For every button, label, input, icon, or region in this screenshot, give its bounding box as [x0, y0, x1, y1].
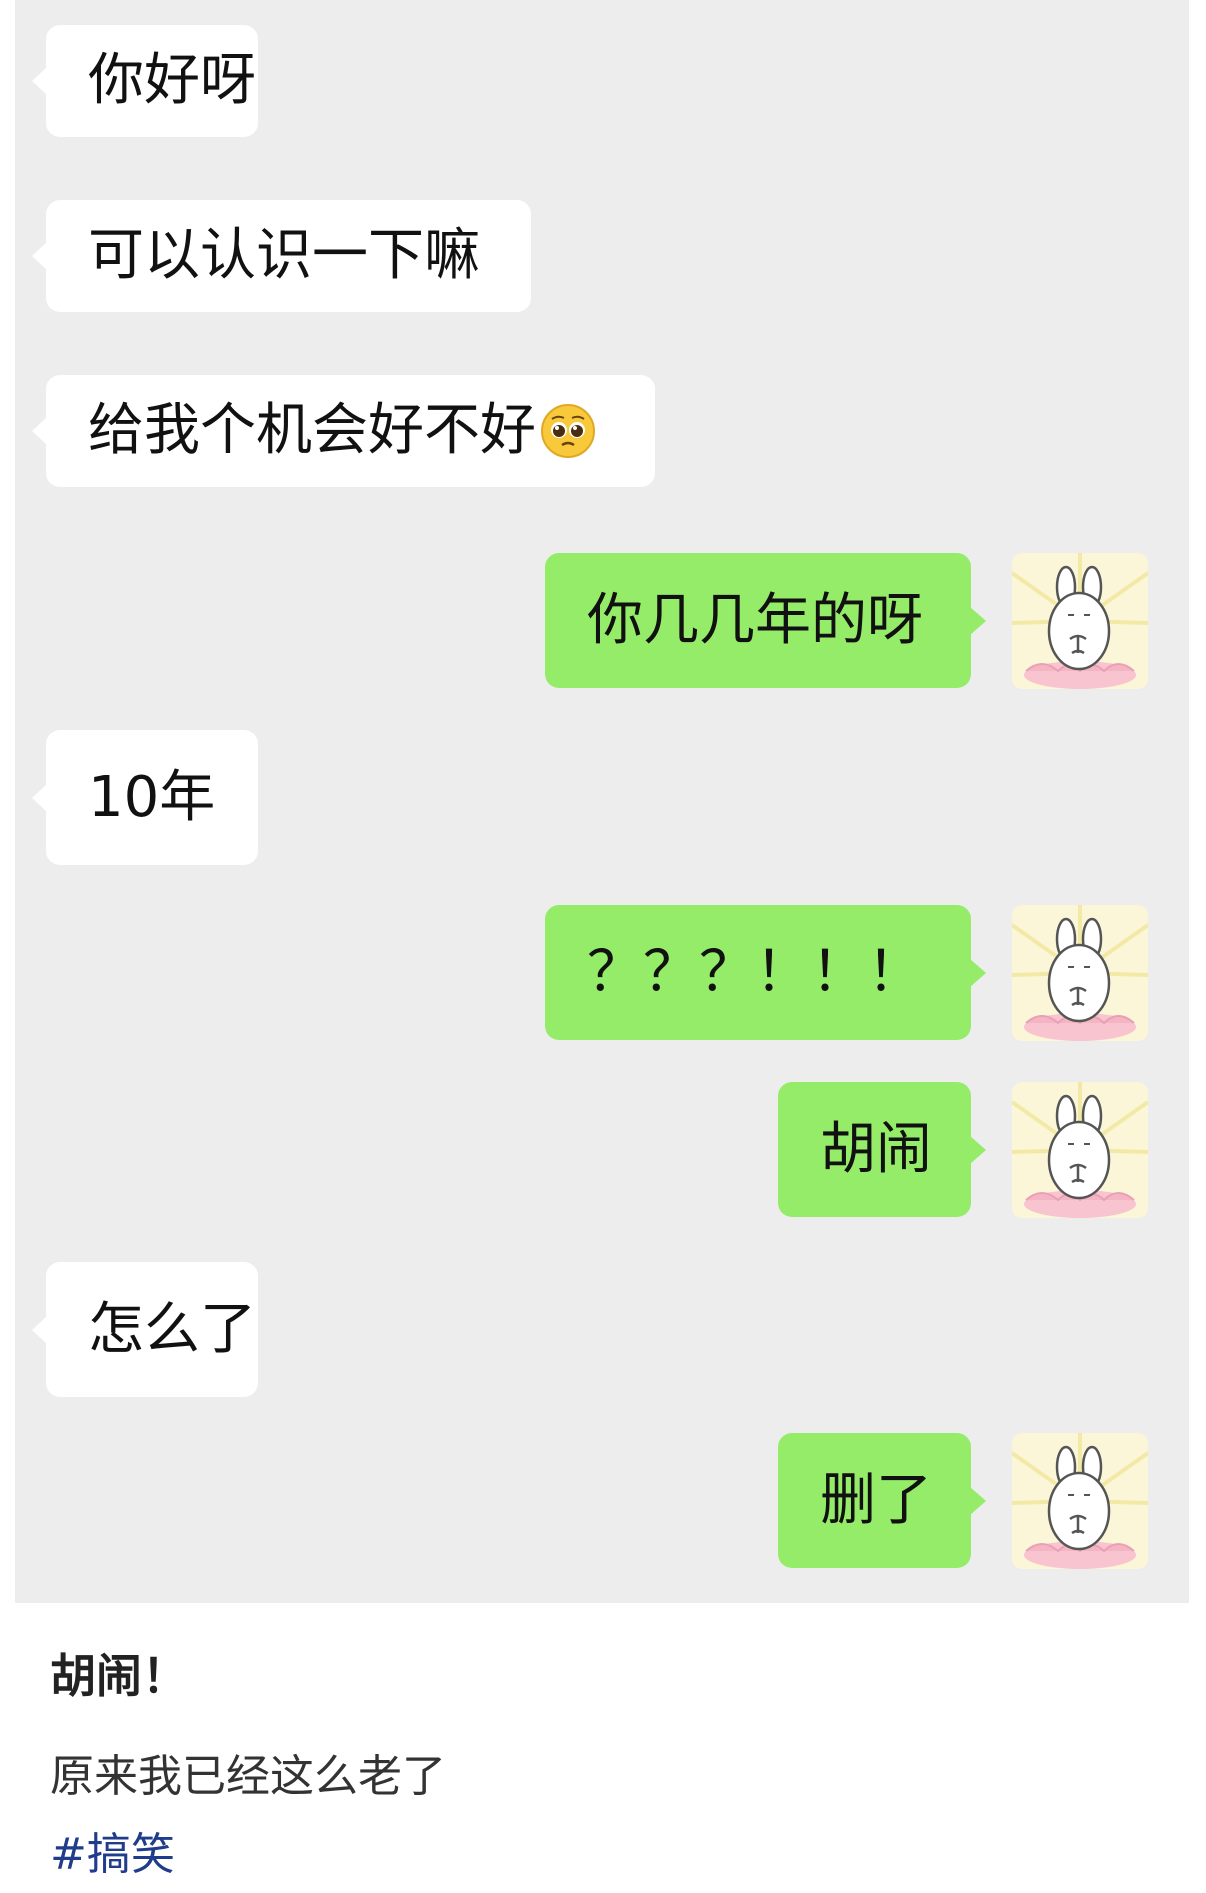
message-bubble-outgoing[interactable]: 你几几年的呀: [545, 553, 971, 688]
hashtag-link[interactable]: #搞笑: [50, 1818, 1150, 1882]
message-bubble-incoming[interactable]: 10年: [46, 730, 258, 865]
message-bubble-outgoing[interactable]: 删了: [778, 1433, 971, 1568]
message-text: 胡闹: [820, 1116, 932, 1182]
chat-screenshot: 你好呀 可以认识一下嘛 给我个机会好不好 你几几年的呀 10年 ？？？！！！ 胡…: [15, 0, 1189, 1603]
bunny-avatar[interactable]: [1012, 1433, 1148, 1569]
message-text: 怎么了: [88, 1296, 256, 1362]
bunny-avatar[interactable]: [1012, 1082, 1148, 1218]
message-bubble-incoming[interactable]: 你好呀: [46, 25, 258, 137]
message-bubble-incoming[interactable]: 可以认识一下嘛: [46, 200, 531, 312]
message-bubble-incoming[interactable]: 怎么了: [46, 1262, 258, 1397]
message-text: 你好呀: [88, 48, 256, 113]
post-body: 原来我已经这么老了: [50, 1751, 446, 1802]
post-title: 胡闹！: [50, 1649, 188, 1703]
message-bubble-incoming[interactable]: 给我个机会好不好: [46, 375, 655, 487]
message-text: 删了: [820, 1467, 932, 1533]
message-text: ？？？！！！: [587, 939, 923, 1005]
message-bubble-outgoing[interactable]: ？？？！！！: [545, 905, 971, 1040]
message-text: 可以认识一下嘛: [88, 223, 480, 288]
message-text: 给我个机会好不好: [88, 398, 536, 463]
bunny-avatar[interactable]: [1012, 553, 1148, 689]
pleading-face-emoji: [540, 403, 596, 459]
message-text: 你几几年的呀: [587, 587, 923, 653]
bunny-avatar[interactable]: [1012, 905, 1148, 1041]
message-text: 10年: [88, 764, 216, 830]
message-bubble-outgoing[interactable]: 胡闹: [778, 1082, 971, 1217]
